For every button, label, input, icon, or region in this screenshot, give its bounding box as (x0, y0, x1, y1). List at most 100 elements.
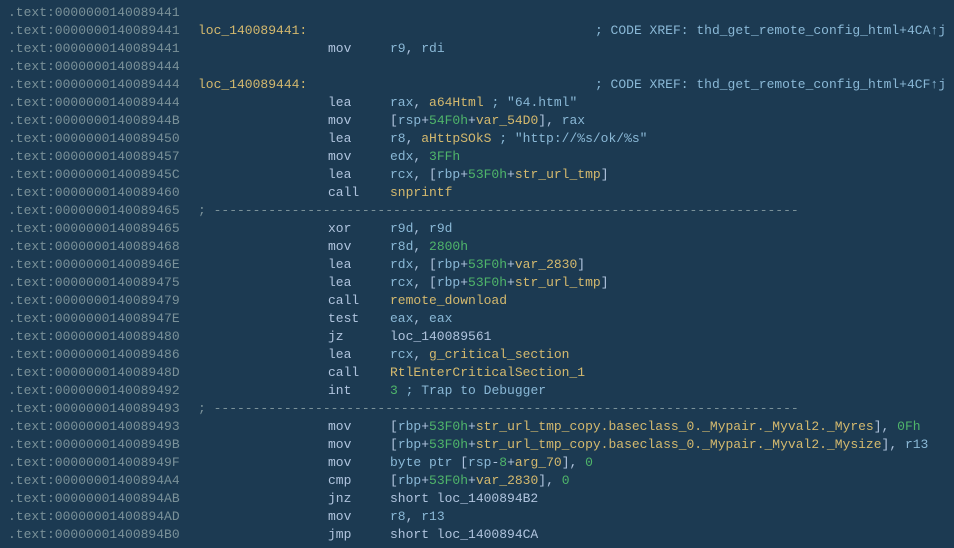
address: .text:0000000140089480 (8, 328, 198, 346)
disasm-line[interactable]: .text:0000000140089475 learcx, [rbp+53F0… (8, 274, 946, 292)
address: .text:0000000140089457 (8, 148, 198, 166)
disasm-line[interactable]: .text:0000000140089492 int3 ; Trap to De… (8, 382, 946, 400)
operands: snprintf (390, 184, 946, 202)
operands: rcx, g_critical_section (390, 346, 946, 364)
code-xref: ; CODE XREF: thd_get_remote_config_html+… (595, 22, 946, 40)
address: .text:000000014008944B (8, 112, 198, 130)
mnemonic: jmp (328, 526, 390, 544)
operands: r8d, 2800h (390, 238, 946, 256)
disasm-line[interactable]: .text:0000000140089480 jzloc_140089561 (8, 328, 946, 346)
disasm-line[interactable]: .text:000000014008946E leardx, [rbp+53F0… (8, 256, 946, 274)
comment: ; Trap to Debugger (406, 383, 546, 398)
disasm-line[interactable]: .text:0000000140089441 loc_140089441:; C… (8, 22, 946, 40)
operands: rdx, [rbp+53F0h+var_2830] (390, 256, 946, 274)
disasm-line[interactable]: .text:0000000140089444 loc_140089444:; C… (8, 76, 946, 94)
mnemonic: mov (328, 418, 390, 436)
mnemonic: call (328, 292, 390, 310)
disasm-line[interactable]: .text:0000000140089444 (8, 58, 946, 76)
operands: [rbp+53F0h+var_2830], 0 (390, 472, 946, 490)
disasm-line[interactable]: .text:0000000140089465 xorr9d, r9d (8, 220, 946, 238)
operands (328, 76, 461, 94)
mnemonic: mov (328, 148, 390, 166)
mnemonic: jnz (328, 490, 390, 508)
mnemonic: cmp (328, 472, 390, 490)
operands: [rsp+54F0h+var_54D0], rax (390, 112, 946, 130)
address: .text:00000001400894AB (8, 490, 198, 508)
disasm-line[interactable]: .text:000000014008949B mov[rbp+53F0h+str… (8, 436, 946, 454)
disasm-line[interactable]: .text:0000000140089468 movr8d, 2800h (8, 238, 946, 256)
address: .text:0000000140089479 (8, 292, 198, 310)
operands: [rbp+53F0h+str_url_tmp_copy.baseclass_0.… (390, 436, 946, 454)
address: .text:0000000140089450 (8, 130, 198, 148)
operands: [rbp+53F0h+str_url_tmp_copy.baseclass_0.… (390, 418, 946, 436)
operands: rcx, [rbp+53F0h+str_url_tmp] (390, 166, 946, 184)
operands (390, 58, 946, 76)
mnemonic: lea (328, 256, 390, 274)
disasm-line[interactable]: .text:0000000140089441 (8, 4, 946, 22)
operands: r9d, r9d (390, 220, 946, 238)
mnemonic: mov (328, 508, 390, 526)
operands: short loc_1400894B2 (390, 490, 946, 508)
mnemonic: mov (328, 238, 390, 256)
address: .text:0000000140089492 (8, 382, 198, 400)
address: .text:000000014008945C (8, 166, 198, 184)
mnemonic: mov (328, 436, 390, 454)
address: .text:0000000140089493 (8, 418, 198, 436)
disasm-line[interactable]: .text:0000000140089465 ; ---------------… (8, 202, 946, 220)
mnemonic: call (328, 364, 390, 382)
address: .text:000000014008949F (8, 454, 198, 472)
disasm-line[interactable]: .text:00000001400894A4 cmp[rbp+53F0h+var… (8, 472, 946, 490)
operands: RtlEnterCriticalSection_1 (390, 364, 946, 382)
address: .text:0000000140089465 (8, 202, 198, 220)
address: .text:000000014008949B (8, 436, 198, 454)
address: .text:0000000140089444 (8, 76, 198, 94)
mnemonic: mov (328, 40, 390, 58)
mnemonic: int (328, 382, 390, 400)
disasm-line[interactable]: .text:00000001400894AB jnzshort loc_1400… (8, 490, 946, 508)
address: .text:0000000140089441 (8, 22, 198, 40)
disasm-line[interactable]: .text:00000001400894AD movr8, r13 (8, 508, 946, 526)
operands: remote_download (390, 292, 946, 310)
address: .text:000000014008946E (8, 256, 198, 274)
disasm-line[interactable]: .text:000000014008948D callRtlEnterCriti… (8, 364, 946, 382)
comment: ; "http://%s/ok/%s" (499, 131, 647, 146)
mnemonic: mov (328, 112, 390, 130)
address: .text:0000000140089486 (8, 346, 198, 364)
address: .text:00000001400894B0 (8, 526, 198, 544)
disasm-line[interactable]: .text:000000014008945C learcx, [rbp+53F0… (8, 166, 946, 184)
disasm-line[interactable]: .text:000000014008947E testeax, eax (8, 310, 946, 328)
address: .text:0000000140089468 (8, 238, 198, 256)
operands: r8, r13 (390, 508, 946, 526)
disasm-line[interactable]: .text:0000000140089450 lear8, aHttpSOkS … (8, 130, 946, 148)
mnemonic: lea (328, 346, 390, 364)
mnemonic: jz (328, 328, 390, 346)
address: .text:0000000140089444 (8, 58, 198, 76)
disasm-line[interactable]: .text:0000000140089479 callremote_downlo… (8, 292, 946, 310)
mnemonic: lea (328, 94, 390, 112)
address: .text:000000014008948D (8, 364, 198, 382)
disasm-line[interactable]: .text:0000000140089441 movr9, rdi (8, 40, 946, 58)
disasm-line[interactable]: .text:0000000140089486 learcx, g_critica… (8, 346, 946, 364)
address: .text:0000000140089493 (8, 400, 198, 418)
disasm-line[interactable]: .text:00000001400894B0 jmpshort loc_1400… (8, 526, 946, 544)
comment: ; "64.html" (491, 95, 577, 110)
disasm-line[interactable]: .text:000000014008944B mov[rsp+54F0h+var… (8, 112, 946, 130)
address: .text:000000014008947E (8, 310, 198, 328)
mnemonic: call (328, 184, 390, 202)
address: .text:00000001400894A4 (8, 472, 198, 490)
operands: 3 ; Trap to Debugger (390, 382, 946, 400)
operands: rcx, [rbp+53F0h+str_url_tmp] (390, 274, 946, 292)
address: .text:0000000140089475 (8, 274, 198, 292)
mnemonic: lea (328, 166, 390, 184)
operands (390, 4, 946, 22)
disasm-line[interactable]: .text:000000014008949F movbyte ptr [rsp-… (8, 454, 946, 472)
disasm-line[interactable]: .text:0000000140089457 movedx, 3FFh (8, 148, 946, 166)
address: .text:0000000140089444 (8, 94, 198, 112)
disasm-line[interactable]: .text:0000000140089493 mov[rbp+53F0h+str… (8, 418, 946, 436)
address: .text:0000000140089441 (8, 4, 198, 22)
address: .text:00000001400894AD (8, 508, 198, 526)
mnemonic: mov (328, 454, 390, 472)
disasm-line[interactable]: .text:0000000140089493 ; ---------------… (8, 400, 946, 418)
disasm-line[interactable]: .text:0000000140089444 learax, a64Html ;… (8, 94, 946, 112)
disasm-line[interactable]: .text:0000000140089460 callsnprintf (8, 184, 946, 202)
